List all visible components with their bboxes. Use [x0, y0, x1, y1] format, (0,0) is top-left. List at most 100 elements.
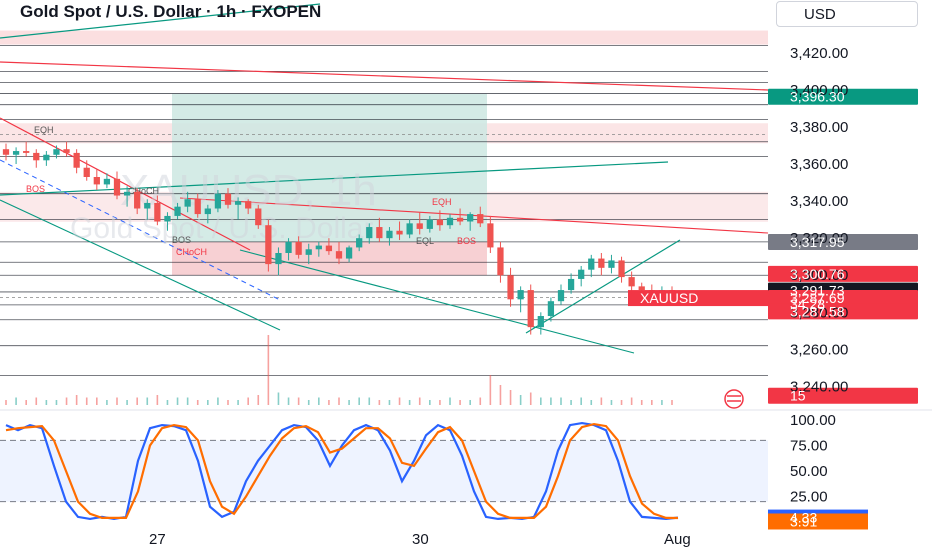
volume-bar: [388, 400, 391, 405]
volume-bar: [136, 397, 138, 405]
candle: [73, 149, 80, 174]
volume-bar: [85, 397, 88, 405]
trendline: [0, 61, 769, 91]
candle-body: [527, 290, 534, 328]
candle: [12, 147, 20, 165]
volume-bar: [418, 397, 421, 405]
volume-bar: [570, 400, 572, 405]
volume-bar: [277, 392, 280, 405]
volume-bar: [439, 400, 441, 405]
symbol-tag-label: XAUUSD: [640, 290, 698, 306]
candle-body: [366, 227, 373, 239]
currency-selector[interactable]: USD: [776, 1, 918, 27]
volume-bar: [479, 397, 482, 405]
volume-bar: [620, 400, 623, 405]
volume-bar: [560, 397, 562, 405]
candle-body: [245, 201, 252, 209]
candle-body: [134, 191, 141, 209]
candle-body: [285, 241, 292, 253]
candle-body: [356, 238, 363, 248]
volume-bar: [499, 385, 502, 405]
candle: [497, 241, 504, 283]
structure-annotation: BOS: [172, 235, 191, 245]
volume-bar: [126, 400, 128, 405]
candle-body: [618, 260, 625, 278]
volume-bar: [610, 400, 613, 405]
candle-body: [53, 149, 60, 155]
volume-bar: [318, 397, 320, 405]
structure-annotation: EQH: [432, 197, 452, 207]
volume-bar: [166, 400, 169, 405]
candle: [2, 143, 10, 161]
volume-bar: [550, 397, 552, 405]
volume-bar: [398, 397, 401, 405]
candle: [608, 254, 615, 274]
candle-body: [255, 208, 262, 226]
candle-body: [275, 253, 282, 265]
candle-body: [43, 154, 50, 161]
structure-annotation: BOS: [26, 184, 45, 194]
stochastic-pane: [0, 421, 868, 530]
volume-bar: [459, 400, 461, 405]
price-tick-label: 3,420.00: [790, 45, 848, 62]
volume-bar: [519, 395, 522, 405]
structure-annotation: BOS: [457, 236, 476, 246]
price-label: 3,396.30: [790, 89, 845, 105]
candle: [598, 253, 605, 276]
volume-bar: [287, 397, 290, 405]
time-tick-label: 30: [412, 531, 429, 548]
country-flag-icon: [724, 389, 744, 409]
volume-bar: [227, 400, 229, 405]
candle: [83, 160, 90, 181]
volume-bar: [449, 397, 451, 405]
candle-body: [73, 152, 80, 168]
structure-annotation: CHoCH: [176, 247, 207, 257]
stoch-tick-label: 100.00: [790, 412, 836, 429]
chart-title: Gold Spot / U.S. Dollar · 1h · FXOPEN: [20, 2, 322, 21]
candle-body: [174, 206, 181, 216]
volume-bar: [297, 397, 300, 405]
volume-bar: [106, 400, 108, 405]
volume-bar: [509, 390, 512, 405]
candle: [23, 141, 30, 157]
candle: [578, 265, 585, 287]
candle: [588, 254, 595, 278]
candle-body: [123, 191, 131, 196]
candle-body: [456, 217, 464, 222]
structure-annotation: EQH: [34, 125, 54, 135]
candle: [93, 169, 100, 190]
chart-canvas: XAUUSD, 1hGold Spot / U.S. DollarEQHBOS C…: [0, 3, 932, 548]
volume-bar: [237, 400, 239, 405]
volume-bar: [55, 400, 58, 405]
volume-bar: [116, 397, 118, 405]
volume-bar: [186, 397, 189, 405]
candle-body: [33, 152, 40, 161]
candle-body: [23, 151, 30, 153]
candle-body: [214, 193, 222, 209]
price-label: 3,317.95: [790, 234, 845, 250]
volume-bar: [65, 397, 68, 405]
candle: [265, 219, 272, 272]
candle-body: [386, 230, 393, 239]
volume-bar: [630, 397, 633, 405]
stoch-band: [0, 440, 768, 502]
candle: [43, 151, 50, 166]
candle-body: [608, 260, 615, 268]
volume-bar: [15, 397, 17, 405]
volume-bar: [196, 400, 199, 405]
candle-body: [154, 202, 161, 222]
stoch-label: 3.91: [790, 513, 817, 529]
volume-bar: [640, 400, 643, 405]
candle: [517, 286, 524, 313]
candle-body: [497, 247, 504, 276]
volume-bar: [651, 400, 653, 405]
candle: [567, 273, 575, 294]
candle-body: [578, 269, 585, 279]
supply-zone: [0, 30, 768, 45]
candle-body: [93, 177, 100, 185]
price-tick-label: 3,340.00: [790, 193, 848, 210]
candle-body: [567, 278, 575, 291]
candle: [557, 284, 565, 305]
candle-body: [12, 151, 20, 155]
volume-bar: [5, 400, 7, 405]
